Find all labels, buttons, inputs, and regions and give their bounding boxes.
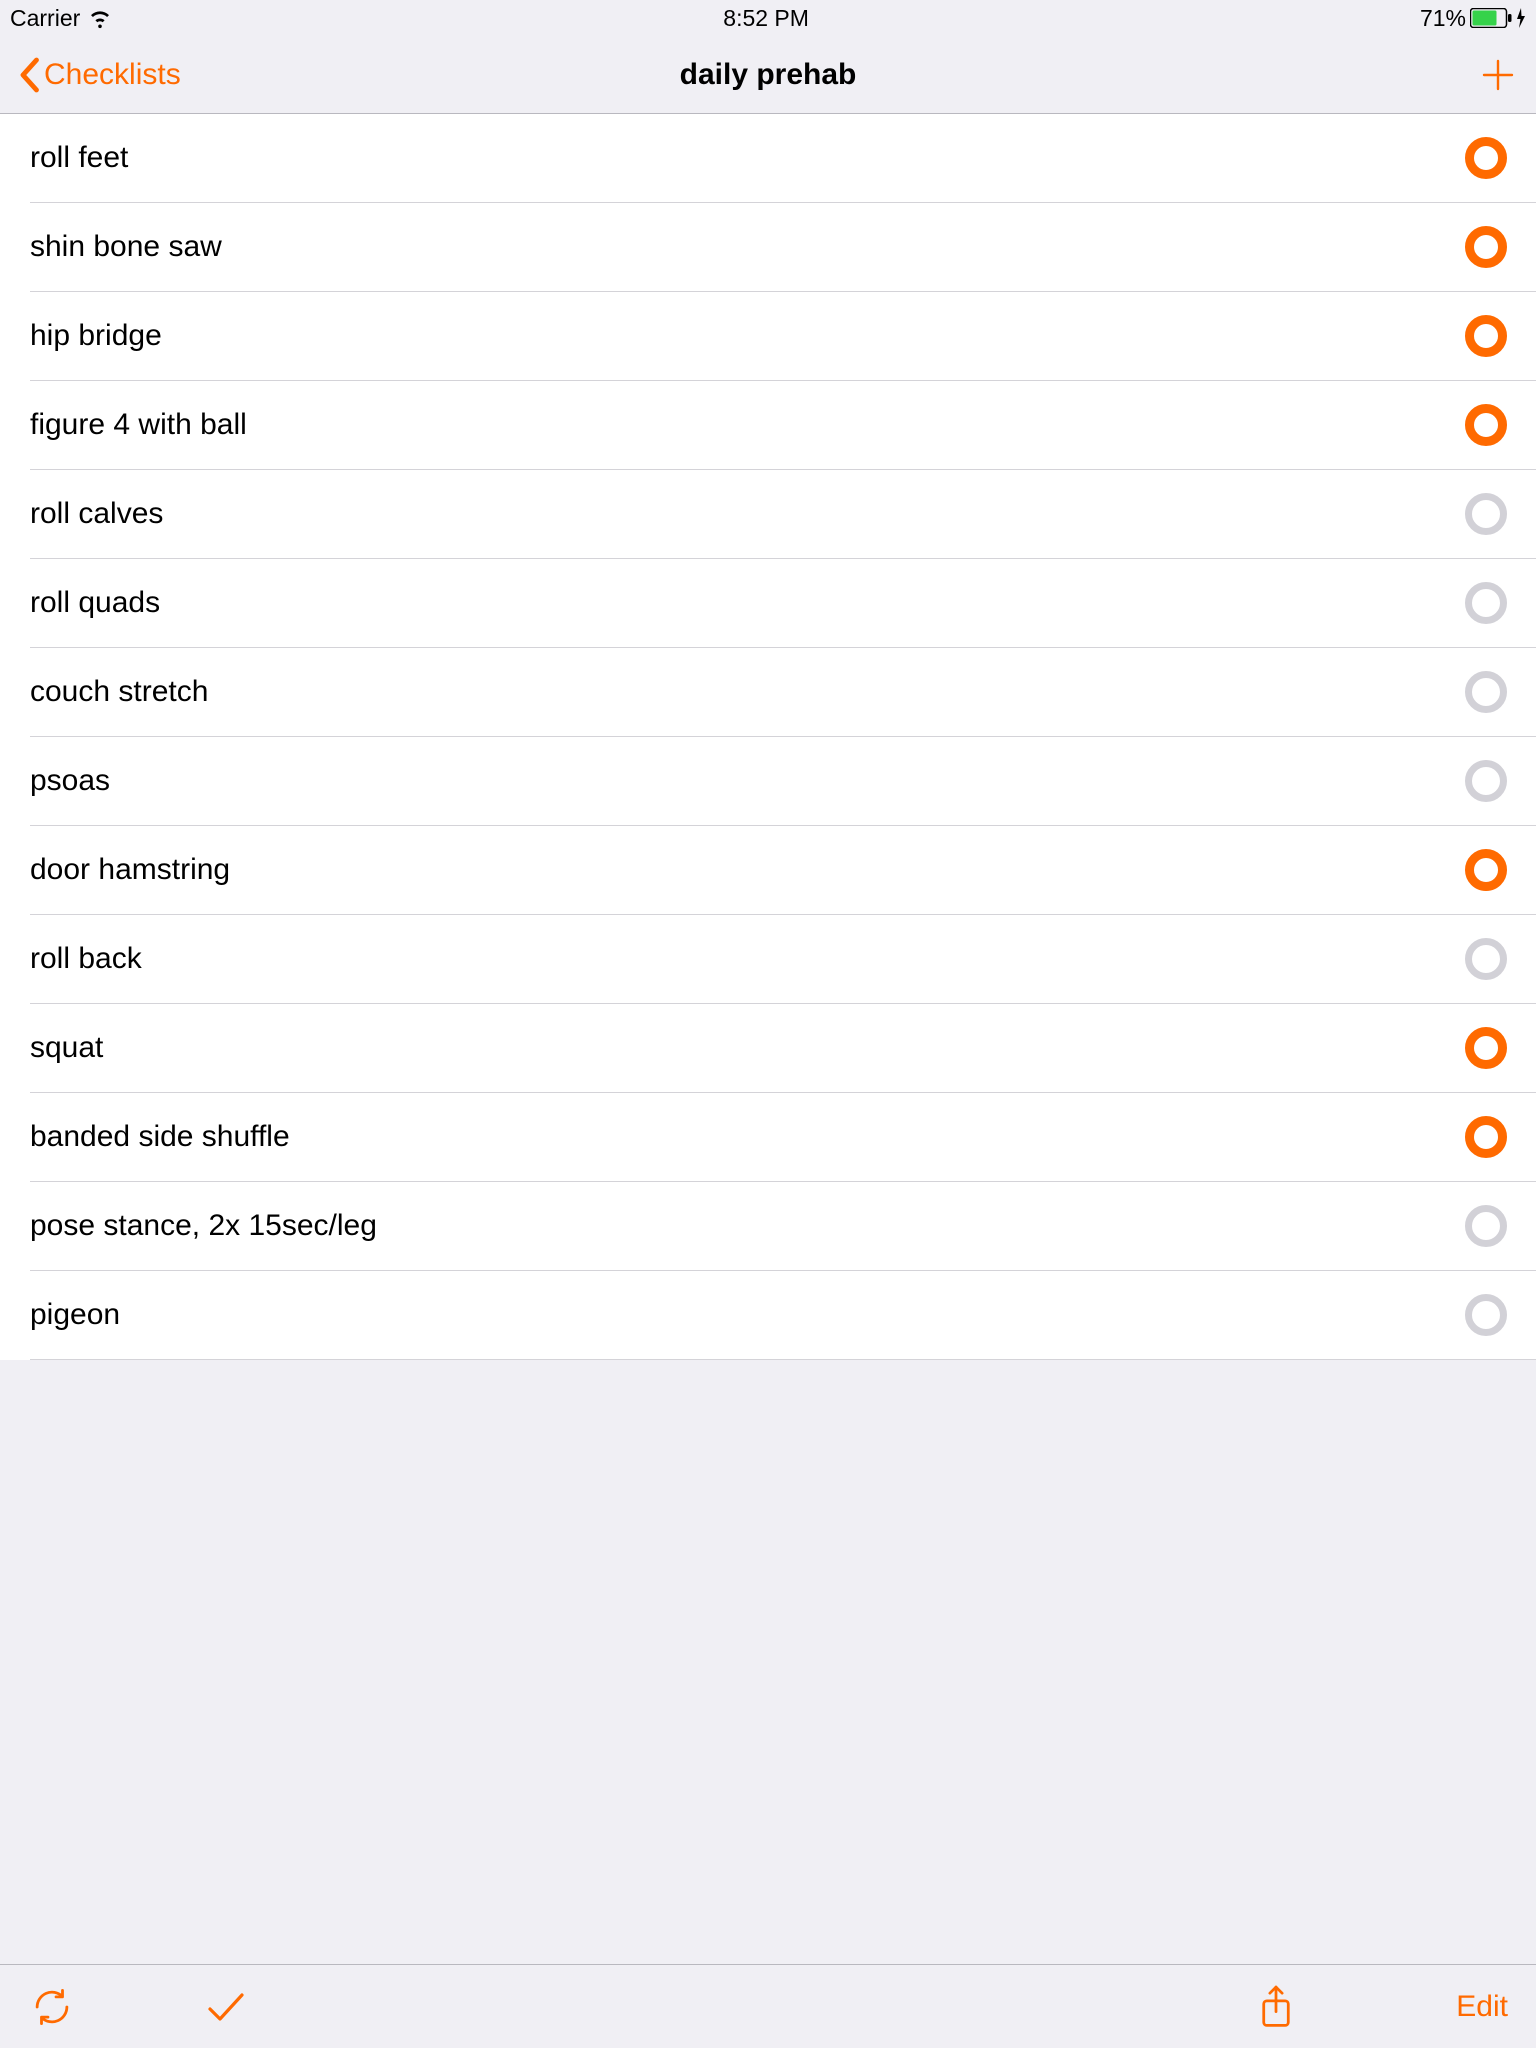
checklist-item-label: figure 4 with ball: [30, 408, 247, 442]
checkbox-ring[interactable]: [1460, 844, 1512, 896]
checklist-row[interactable]: roll calves: [0, 470, 1536, 558]
carrier-label: Carrier: [10, 5, 80, 32]
checklist-row[interactable]: shin bone saw: [0, 203, 1536, 291]
checkbox-ring[interactable]: [1460, 1111, 1512, 1163]
checklist-item-label: roll calves: [30, 497, 163, 531]
checklist-row[interactable]: roll feet: [0, 114, 1536, 202]
mark-done-button[interactable]: [202, 1983, 250, 2031]
checkbox-ring[interactable]: [1460, 132, 1512, 184]
checklist-row[interactable]: squat: [0, 1004, 1536, 1092]
edit-button[interactable]: Edit: [1456, 1990, 1508, 2024]
battery-indicator: 71%: [1420, 5, 1526, 32]
charging-icon: [1516, 8, 1526, 28]
navigation-bar: Checklists daily prehab: [0, 36, 1536, 114]
checkbox-ring[interactable]: [1460, 310, 1512, 362]
checklist-item-label: roll back: [30, 942, 142, 976]
checklist-item-label: hip bridge: [30, 319, 162, 353]
checklist-row[interactable]: hip bridge: [0, 292, 1536, 380]
checklist-item-label: pigeon: [30, 1298, 120, 1332]
checklist-item-label: pose stance, 2x 15sec/leg: [30, 1209, 377, 1243]
checklist-row[interactable]: figure 4 with ball: [0, 381, 1536, 469]
checkbox-ring[interactable]: [1460, 755, 1512, 807]
checklist-row[interactable]: banded side shuffle: [0, 1093, 1536, 1181]
checklist-row[interactable]: roll quads: [0, 559, 1536, 647]
checkbox-ring[interactable]: [1460, 933, 1512, 985]
checkbox-ring[interactable]: [1460, 1022, 1512, 1074]
checklist-row[interactable]: pose stance, 2x 15sec/leg: [0, 1182, 1536, 1270]
refresh-button[interactable]: [28, 1983, 76, 2031]
chevron-left-icon: [18, 57, 40, 93]
back-button[interactable]: Checklists: [18, 57, 181, 93]
battery-percent: 71%: [1420, 5, 1466, 32]
checklist-row[interactable]: roll back: [0, 915, 1536, 1003]
checklist-item-label: roll quads: [30, 586, 160, 620]
status-bar: Carrier 8:52 PM 71%: [0, 0, 1536, 36]
checkbox-ring[interactable]: [1460, 1289, 1512, 1341]
checklist-row[interactable]: couch stretch: [0, 648, 1536, 736]
clock-label: 8:52 PM: [112, 5, 1420, 32]
checkbox-ring[interactable]: [1460, 666, 1512, 718]
plus-icon: [1480, 57, 1516, 93]
wifi-icon: [88, 6, 112, 30]
page-title: daily prehab: [0, 58, 1536, 92]
toolbar: Edit: [0, 1964, 1536, 2048]
checkbox-ring[interactable]: [1460, 577, 1512, 629]
checklist-item-label: psoas: [30, 764, 110, 798]
checkbox-ring[interactable]: [1460, 399, 1512, 451]
checklist-item-label: door hamstring: [30, 853, 230, 887]
checkbox-ring[interactable]: [1460, 488, 1512, 540]
checkmark-icon: [202, 1983, 250, 2031]
checklist-item-label: banded side shuffle: [30, 1120, 290, 1154]
back-label: Checklists: [44, 58, 181, 92]
checklist-item-label: roll feet: [30, 141, 128, 175]
checklist-item-label: couch stretch: [30, 675, 208, 709]
share-icon: [1257, 1984, 1295, 2030]
checkbox-ring[interactable]: [1460, 221, 1512, 273]
checklist-row[interactable]: psoas: [0, 737, 1536, 825]
add-button[interactable]: [1478, 55, 1518, 95]
share-button[interactable]: [1252, 1983, 1300, 2031]
checklist-row[interactable]: pigeon: [0, 1271, 1536, 1359]
checklist-item-label: shin bone saw: [30, 230, 222, 264]
battery-icon: [1470, 8, 1512, 28]
refresh-icon: [31, 1986, 73, 2028]
checklist-item-label: squat: [30, 1031, 103, 1065]
checkbox-ring[interactable]: [1460, 1200, 1512, 1252]
checklist-row[interactable]: door hamstring: [0, 826, 1536, 914]
checklist: roll feet shin bone saw hip bridge figure 4…: [0, 114, 1536, 1360]
